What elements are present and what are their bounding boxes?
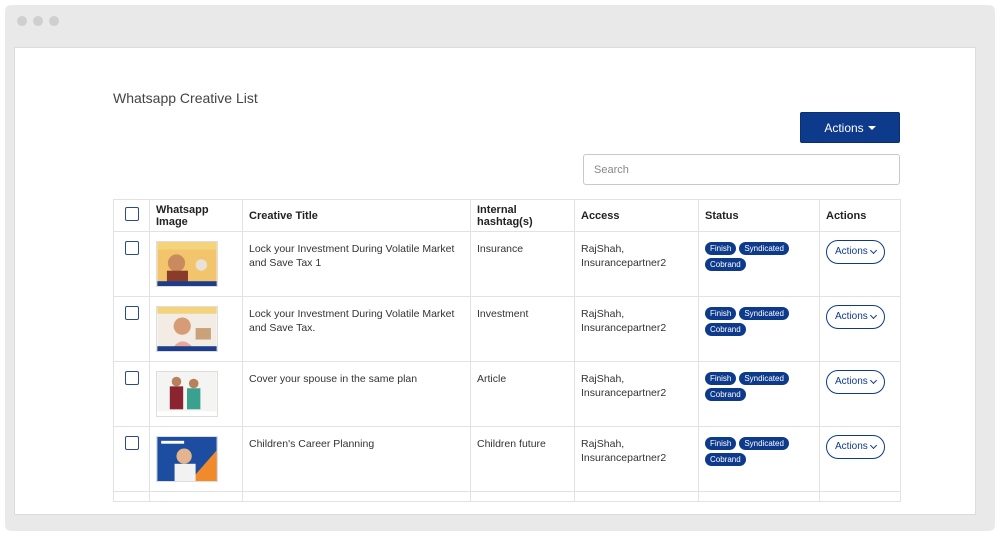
image-cell: [149, 296, 243, 362]
status-badge: Finish: [705, 307, 737, 320]
creative-thumbnail[interactable]: [156, 241, 218, 287]
row-checkbox[interactable]: [124, 306, 139, 320]
creative-title-cell: Children's Career Planning: [242, 426, 471, 492]
row-select-cell: [113, 361, 150, 427]
status-badge: Cobrand: [705, 453, 746, 466]
hashtag-cell: Children future: [470, 426, 575, 492]
chevron-down-icon: [869, 311, 877, 320]
actions-cell: Actions: [819, 231, 901, 297]
window-dot-icon: [17, 16, 27, 26]
window-dot-icon: [33, 16, 43, 26]
caret-down-icon: [867, 125, 876, 130]
row-actions-button[interactable]: Actions: [826, 305, 885, 329]
status-badge: Syndicated: [739, 437, 789, 450]
status-badge: Syndicated: [739, 242, 789, 255]
status-badge: Syndicated: [739, 372, 789, 385]
column-header-title: Creative Title: [242, 199, 471, 232]
window-controls: [17, 16, 59, 26]
access-cell: RajShah, Insurancepartner2: [574, 361, 699, 427]
column-header-access: Access: [574, 199, 699, 232]
row-checkbox[interactable]: [124, 241, 139, 255]
table-row: Lock your Investment During Volatile Mar…: [113, 296, 901, 362]
bulk-actions-label: Actions: [824, 120, 864, 135]
status-cell: Finish Syndicated Cobrand: [698, 296, 820, 362]
column-header-status: Status: [698, 199, 820, 232]
page-title: Whatsapp Creative List: [113, 90, 258, 106]
row-actions-label: Actions: [835, 311, 868, 322]
content-window: Whatsapp Creative List Actions Whatsapp …: [14, 47, 976, 515]
table-header-row: Whatsapp Image Creative Title Internal h…: [113, 199, 901, 232]
hashtag-cell: Insurance: [470, 231, 575, 297]
creative-thumbnail[interactable]: [156, 306, 218, 352]
table-row-partial: [113, 491, 901, 502]
image-cell: [149, 231, 243, 297]
row-actions-label: Actions: [835, 246, 868, 257]
status-badge: Finish: [705, 242, 737, 255]
creative-title-cell: Lock your Investment During Volatile Mar…: [242, 231, 471, 297]
actions-cell: Actions: [819, 426, 901, 492]
empty-cell: [819, 491, 901, 502]
row-actions-button[interactable]: Actions: [826, 240, 885, 264]
access-cell: RajShah, Insurancepartner2: [574, 426, 699, 492]
row-actions-label: Actions: [835, 441, 868, 452]
status-badge: Syndicated: [739, 307, 789, 320]
actions-cell: Actions: [819, 296, 901, 362]
row-select-cell: [113, 426, 150, 492]
table-row: Children's Career Planning Children futu…: [113, 426, 901, 492]
row-actions-label: Actions: [835, 376, 868, 387]
creative-thumbnail[interactable]: [156, 371, 218, 417]
status-badge: Finish: [705, 437, 737, 450]
access-cell: RajShah, Insurancepartner2: [574, 231, 699, 297]
window-dot-icon: [49, 16, 59, 26]
image-cell: [149, 361, 243, 427]
select-all-cell: [113, 199, 150, 232]
creative-title-cell: Cover your spouse in the same plan: [242, 361, 471, 427]
empty-cell: [698, 491, 820, 502]
hashtag-cell: Investment: [470, 296, 575, 362]
row-actions-button[interactable]: Actions: [826, 370, 885, 394]
column-header-image: Whatsapp Image: [149, 199, 243, 232]
creative-title-cell: Lock your Investment During Volatile Mar…: [242, 296, 471, 362]
status-cell: Finish Syndicated Cobrand: [698, 361, 820, 427]
column-header-hashtags: Internal hashtag(s): [470, 199, 575, 232]
row-select-cell: [113, 231, 150, 297]
chevron-down-icon: [869, 246, 877, 255]
image-cell: [149, 426, 243, 492]
browser-frame: Whatsapp Creative List Actions Whatsapp …: [5, 5, 995, 531]
column-header-actions: Actions: [819, 199, 901, 232]
creative-table: Whatsapp Image Creative Title Internal h…: [113, 199, 901, 502]
row-select-cell: [113, 296, 150, 362]
table-row: Lock your Investment During Volatile Mar…: [113, 231, 901, 297]
row-actions-button[interactable]: Actions: [826, 435, 885, 459]
empty-cell: [113, 491, 150, 502]
chevron-down-icon: [869, 441, 877, 450]
empty-cell: [242, 491, 471, 502]
status-badge: Cobrand: [705, 388, 746, 401]
empty-cell: [574, 491, 699, 502]
chevron-down-icon: [869, 376, 877, 385]
status-cell: Finish Syndicated Cobrand: [698, 231, 820, 297]
hashtag-cell: Article: [470, 361, 575, 427]
search-input[interactable]: [583, 154, 900, 185]
creative-thumbnail[interactable]: [156, 436, 218, 482]
status-badge: Finish: [705, 372, 737, 385]
select-all-checkbox[interactable]: [124, 207, 139, 221]
status-cell: Finish Syndicated Cobrand: [698, 426, 820, 492]
actions-cell: Actions: [819, 361, 901, 427]
status-badge: Cobrand: [705, 323, 746, 336]
row-checkbox[interactable]: [124, 436, 139, 450]
bulk-actions-button[interactable]: Actions: [800, 112, 900, 143]
row-checkbox[interactable]: [124, 371, 139, 385]
table-row: Cover your spouse in the same plan Artic…: [113, 361, 901, 427]
empty-cell: [149, 491, 243, 502]
empty-cell: [470, 491, 575, 502]
status-badge: Cobrand: [705, 258, 746, 271]
access-cell: RajShah, Insurancepartner2: [574, 296, 699, 362]
